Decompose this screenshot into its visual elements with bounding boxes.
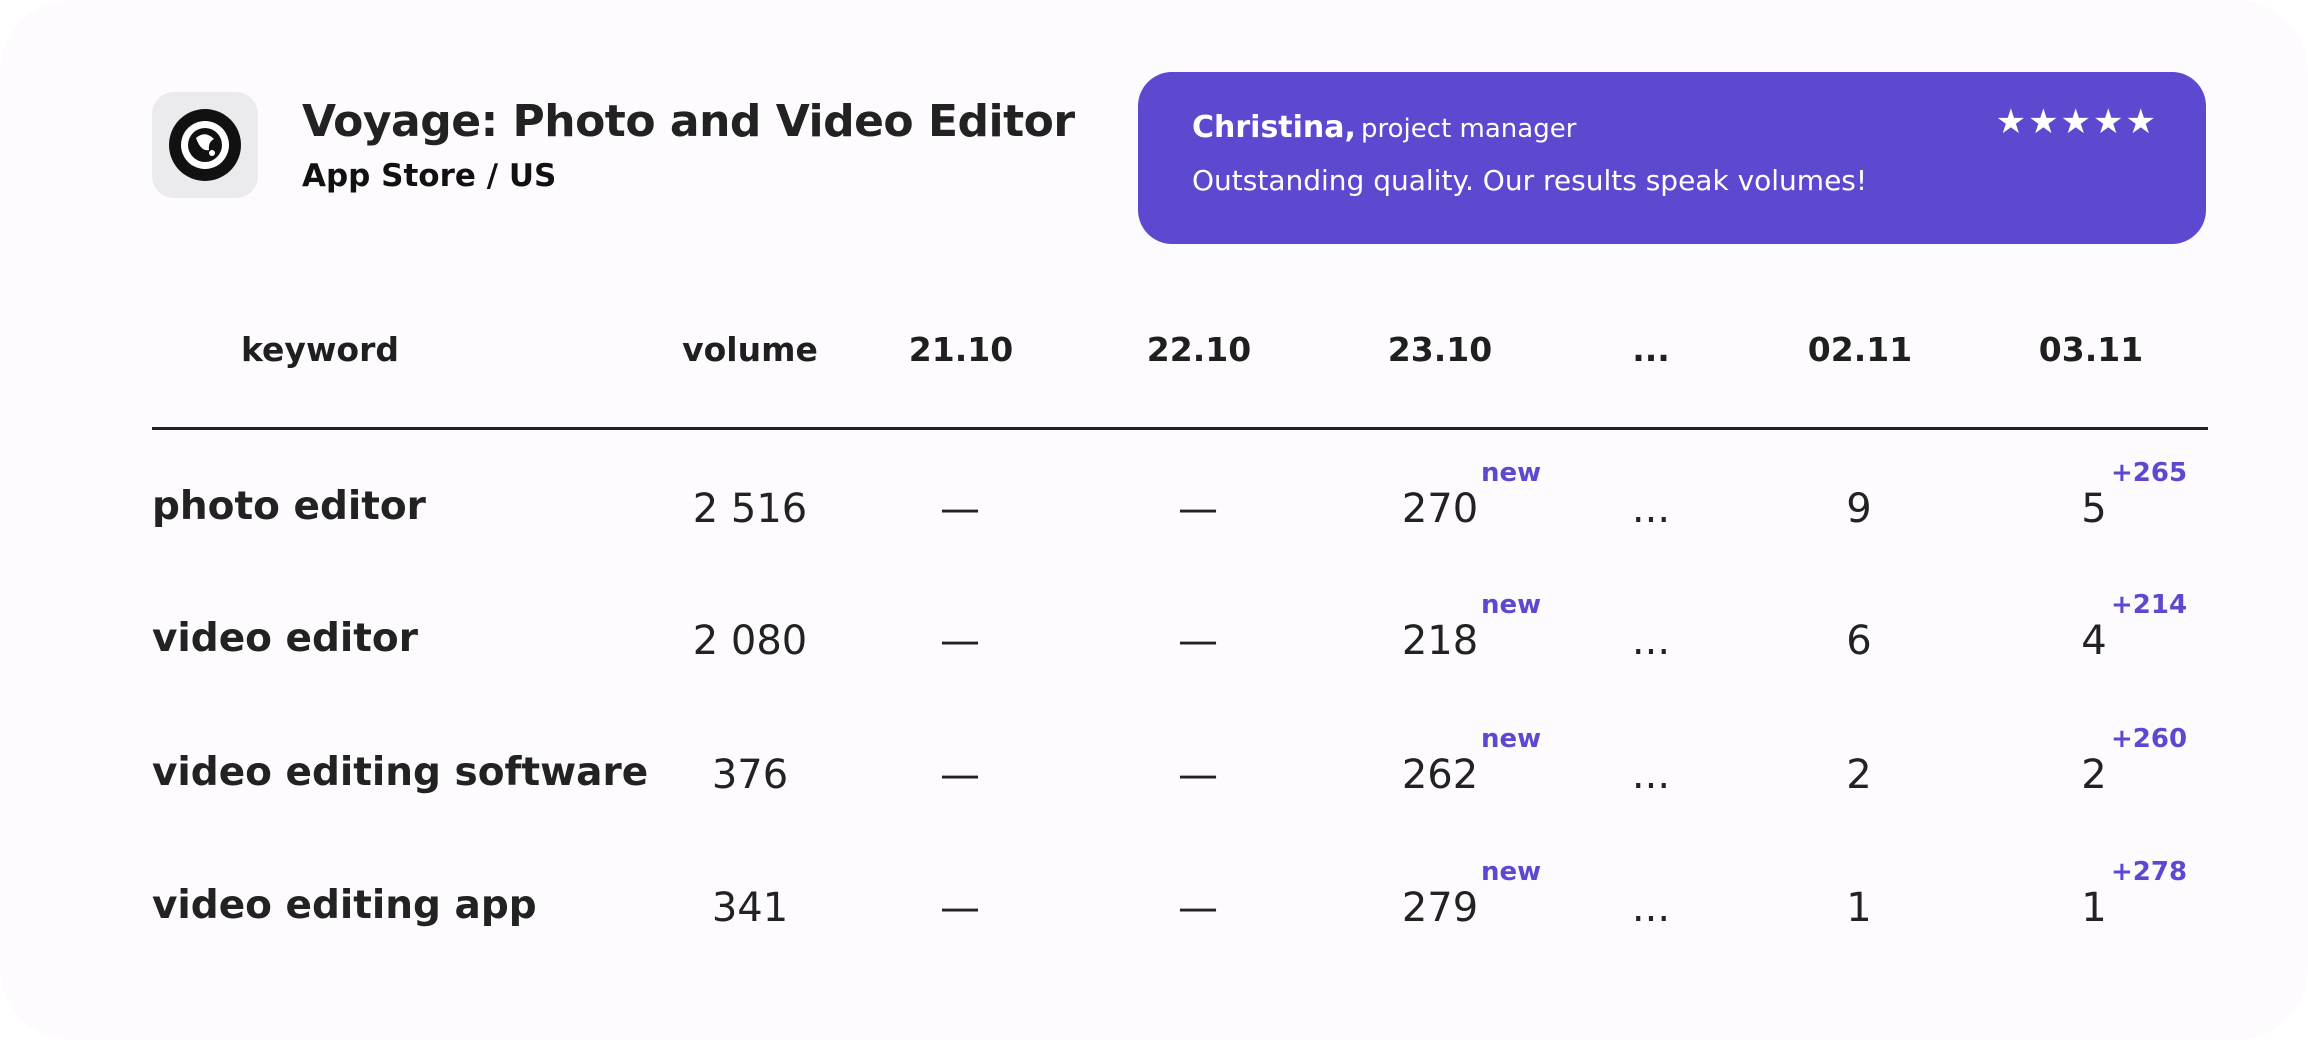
- new-badge: new: [1481, 857, 1542, 887]
- volume-cell: 2 516: [692, 486, 808, 532]
- app-logo-icon: [152, 92, 258, 198]
- rank-cell: —: [940, 486, 980, 532]
- volume-cell: 376: [711, 752, 789, 798]
- column-header-date: 02.11: [1807, 330, 1913, 369]
- table-row: video editing software 376 — — 262 new .…: [0, 724, 2308, 870]
- rank-cell: 2: [1846, 752, 1872, 798]
- rating-stars-icon: ★★★★★: [1995, 102, 2158, 142]
- rank-cell: 4: [2081, 618, 2107, 664]
- rank-cell: —: [1178, 486, 1218, 532]
- column-header-date: 23.10: [1387, 330, 1493, 369]
- header-divider: [152, 427, 2208, 430]
- rank-delta-badge: +265: [2111, 458, 2188, 488]
- review-text: Outstanding quality. Our results speak v…: [1192, 164, 1868, 197]
- rank-cell: 2: [2081, 752, 2107, 798]
- column-header-ellipsis: ...: [1632, 330, 1670, 369]
- app-store-region: App Store / US: [302, 158, 557, 194]
- reviewer: Christina, project manager: [1192, 110, 1576, 145]
- gap-cell: ...: [1631, 885, 1671, 931]
- rank-cell: 5: [2081, 486, 2107, 532]
- keyword-cell: video editing app: [152, 883, 537, 928]
- rank-cell: 1: [1846, 885, 1872, 931]
- volume-cell: 341: [711, 885, 789, 931]
- rank-delta-badge: +260: [2111, 724, 2188, 754]
- rank-cell: 6: [1846, 618, 1872, 664]
- table-row: video editor 2 080 — — 218 new ... 6 4 +…: [0, 590, 2308, 736]
- rank-cell: 218: [1401, 618, 1479, 664]
- app-title: Voyage: Photo and Video Editor: [302, 96, 1075, 147]
- rank-cell: —: [940, 752, 980, 798]
- new-badge: new: [1481, 724, 1542, 754]
- volume-cell: 2 080: [692, 618, 808, 664]
- keyword-cell: photo editor: [152, 484, 426, 529]
- column-header-date: 22.10: [1146, 330, 1252, 369]
- rank-cell: 1: [2081, 885, 2107, 931]
- gap-cell: ...: [1631, 486, 1671, 532]
- reviewer-role: project manager: [1361, 114, 1577, 144]
- rank-cell: —: [1178, 618, 1218, 664]
- reviewer-name: Christina,: [1192, 110, 1356, 145]
- gap-cell: ...: [1631, 618, 1671, 664]
- testimonial-card: Christina, project manager ★★★★★ Outstan…: [1138, 72, 2206, 244]
- table-row: photo editor 2 516 — — 270 new ... 9 5 +…: [0, 458, 2308, 604]
- rank-cell: —: [940, 885, 980, 931]
- rank-delta-badge: +214: [2111, 590, 2188, 620]
- voyage-app-logo-icon: [169, 109, 241, 181]
- keyword-cell: video editor: [152, 616, 418, 661]
- rank-cell: 279: [1401, 885, 1479, 931]
- rank-cell: —: [940, 618, 980, 664]
- rank-cell: —: [1178, 885, 1218, 931]
- gap-cell: ...: [1631, 752, 1671, 798]
- rank-cell: 9: [1846, 486, 1872, 532]
- new-badge: new: [1481, 590, 1542, 620]
- rank-cell: 262: [1401, 752, 1479, 798]
- keyword-cell: video editing software: [152, 750, 649, 795]
- new-badge: new: [1481, 458, 1542, 488]
- rank-cell: —: [1178, 752, 1218, 798]
- column-header-date: 21.10: [908, 330, 1014, 369]
- rank-cell: 270: [1401, 486, 1479, 532]
- column-header-volume: volume: [682, 330, 818, 369]
- column-header-keyword: keyword: [240, 330, 400, 369]
- column-header-date: 03.11: [2038, 330, 2144, 369]
- rank-delta-badge: +278: [2111, 857, 2188, 887]
- keyword-ranking-card: Voyage: Photo and Video Editor App Store…: [0, 0, 2308, 1040]
- table-row: video editing app 341 — — 279 new ... 1 …: [0, 857, 2308, 1003]
